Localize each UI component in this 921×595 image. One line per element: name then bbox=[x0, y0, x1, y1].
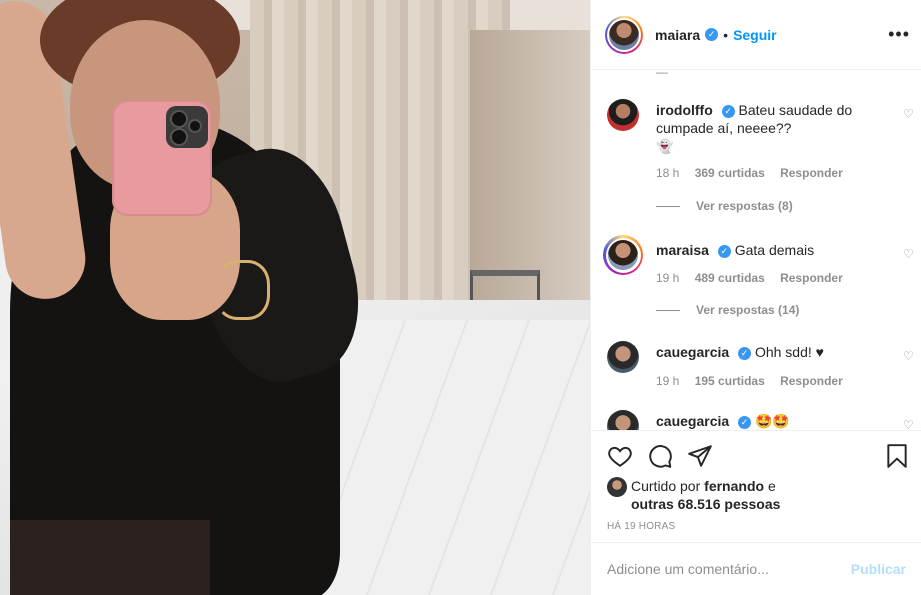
likes-prefix: Curtido por bbox=[631, 478, 701, 494]
comment-meta: 18 h 369 curtidas Responder bbox=[656, 166, 855, 180]
comment-like-icon[interactable]: ♡ bbox=[903, 247, 915, 261]
heart-icon[interactable] bbox=[607, 443, 633, 469]
comment-text: Gata demais bbox=[734, 242, 815, 258]
view-replies-label: Ver respostas (14) bbox=[696, 303, 800, 317]
comment-meta: 19 h 195 curtidas Responder bbox=[656, 374, 855, 388]
comment-username[interactable]: cauegarcia bbox=[656, 344, 729, 360]
comment-input[interactable] bbox=[607, 561, 851, 577]
avatar-image bbox=[608, 240, 638, 270]
avatar-image bbox=[609, 19, 639, 50]
comment-like-icon[interactable]: ♡ bbox=[903, 107, 915, 121]
bookmark-icon[interactable] bbox=[884, 443, 910, 469]
add-comment-bar: Publicar bbox=[591, 542, 921, 595]
liker-avatar[interactable] bbox=[607, 477, 627, 497]
comment-avatar[interactable] bbox=[607, 99, 639, 131]
likes-others[interactable]: outras 68.516 pessoas bbox=[631, 496, 780, 512]
comment-time[interactable]: 19 h bbox=[656, 374, 679, 388]
comment-avatar[interactable] bbox=[607, 341, 639, 373]
verified-badge-icon: ✓ bbox=[705, 28, 719, 41]
ghost-emoji: 👻 bbox=[656, 138, 674, 154]
photo-bracelets bbox=[215, 260, 270, 320]
publish-button[interactable]: Publicar bbox=[851, 561, 906, 577]
comment-icon[interactable] bbox=[647, 443, 673, 469]
comment-like-icon[interactable]: ♡ bbox=[903, 418, 915, 430]
verified-badge-icon: ✓ bbox=[721, 104, 735, 118]
comment-username[interactable]: cauegarcia bbox=[656, 413, 729, 429]
verified-badge-icon: ✓ bbox=[738, 346, 752, 360]
comment-like-icon[interactable]: ♡ bbox=[903, 349, 915, 363]
view-replies-button[interactable]: Ver respostas (8) bbox=[656, 199, 793, 213]
post-timestamp[interactable]: HÁ 19 HORAS bbox=[607, 521, 675, 532]
comment-likes[interactable]: 369 curtidas bbox=[695, 166, 765, 180]
follow-button[interactable]: Seguir bbox=[733, 27, 777, 43]
comment-body: maraisa ✓ Gata demais bbox=[656, 241, 881, 259]
comment-likes[interactable]: 195 curtidas bbox=[695, 374, 765, 388]
replies-divider bbox=[656, 309, 680, 311]
avatar-inner bbox=[607, 17, 641, 52]
likes-text: Curtido por fernando e outras 68.516 pes… bbox=[631, 477, 780, 513]
liker-username[interactable]: fernando bbox=[704, 478, 764, 494]
comment-username[interactable]: maraisa bbox=[656, 242, 709, 258]
avatar-inner bbox=[605, 237, 641, 273]
verified-badge-icon: ✓ bbox=[717, 244, 731, 258]
comment-text: Ohh sdd! ♥ bbox=[754, 344, 824, 360]
reply-button[interactable]: Responder bbox=[780, 166, 843, 180]
photo-phone-lens bbox=[188, 119, 202, 133]
comment-text: 🤩🤩 bbox=[754, 413, 790, 429]
share-icon[interactable] bbox=[687, 443, 713, 469]
comment-avatar[interactable] bbox=[607, 410, 639, 430]
photo-legs bbox=[10, 520, 210, 595]
comment-meta-partial: — bbox=[656, 71, 668, 79]
post-actions: Curtido por fernando e outras 68.516 pes… bbox=[591, 430, 921, 542]
post-header: maiara ✓ • Seguir ••• bbox=[591, 0, 921, 70]
post-author-username[interactable]: maiara bbox=[655, 27, 700, 43]
comment-avatar[interactable] bbox=[603, 235, 643, 275]
likes-joiner: e bbox=[767, 478, 776, 494]
comment-body: cauegarcia ✓ Ohh sdd! ♥ bbox=[656, 343, 881, 361]
comment-time[interactable]: 19 h bbox=[656, 271, 679, 285]
post-author-avatar[interactable] bbox=[605, 15, 643, 54]
likes-summary: Curtido por fernando e outras 68.516 pes… bbox=[607, 477, 780, 513]
comment-username[interactable]: irodolffo bbox=[656, 102, 713, 118]
comment-meta: 19 h 489 curtidas Responder bbox=[656, 271, 855, 285]
replies-divider bbox=[656, 205, 680, 207]
comments-list[interactable]: — irodolffo ✓ Bateu saudade do cumpade a… bbox=[591, 71, 921, 430]
comment-body: irodolffo ✓ Bateu saudade do cumpade aí,… bbox=[656, 101, 881, 155]
post-photo[interactable] bbox=[0, 0, 590, 595]
header-separator: • bbox=[723, 26, 729, 43]
view-replies-label: Ver respostas (8) bbox=[696, 199, 793, 213]
comment-time[interactable]: 18 h bbox=[656, 166, 679, 180]
verified-badge-icon: ✓ bbox=[738, 415, 752, 429]
view-replies-button[interactable]: Ver respostas (14) bbox=[656, 303, 799, 317]
comment-body: cauegarcia ✓ 🤩🤩 bbox=[656, 412, 881, 430]
reply-button[interactable]: Responder bbox=[780, 374, 843, 388]
reply-button[interactable]: Responder bbox=[780, 271, 843, 285]
more-options-icon[interactable]: ••• bbox=[888, 24, 910, 45]
post-sidebar: maiara ✓ • Seguir ••• — irodolffo ✓ Bate… bbox=[590, 0, 921, 595]
comment-likes[interactable]: 489 curtidas bbox=[695, 271, 765, 285]
